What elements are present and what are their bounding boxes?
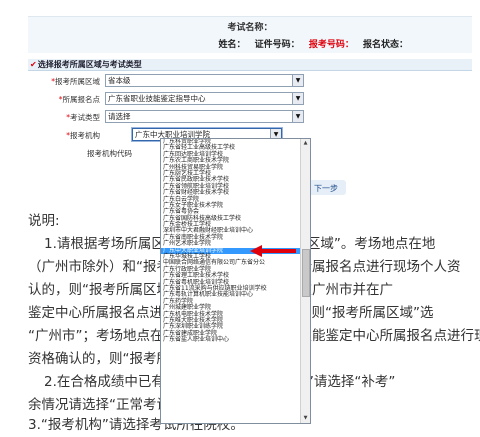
id-label: 证件号码： [254, 40, 300, 50]
check-icon: ✔ [30, 60, 37, 69]
section-title: 选择报考所属区域与考试类型 [37, 60, 142, 69]
region-label: *报考所属区域 [51, 77, 100, 86]
dropdown-option[interactable]: 广东省盐人职业培训中心 [161, 336, 310, 343]
red-arrow-annotation-icon [250, 245, 296, 257]
form-row-type: *考试类型 请选择 ▼ [28, 108, 472, 126]
site-label: *所属报名点 [58, 95, 100, 104]
type-select[interactable]: 请选择 ▼ [105, 110, 304, 123]
org-code-label: 报考机构代码 [87, 149, 132, 158]
scrollbar-thumb[interactable] [302, 249, 310, 297]
dropdown-scrollbar[interactable]: ▲ ▼ [300, 139, 310, 423]
exam-info-header: 考试名称： 姓名： 证件号码： 报考号码： 报名状态： [28, 16, 472, 53]
registration-panel: 考试名称： 姓名： 证件号码： 报考号码： 报名状态： ✔选择报考所属区域与考试… [28, 0, 480, 433]
org-label: *报考机构 [66, 131, 100, 140]
chevron-down-icon[interactable]: ▼ [292, 93, 303, 104]
next-button-label[interactable]: 下一步 [314, 183, 338, 194]
type-label: *考试类型 [66, 113, 100, 122]
candidate-info-line: 姓名： 证件号码： 报考号码： 报名状态： [213, 37, 408, 50]
form-row-site: *所属报名点 广东省职业技能鉴定指导中心 ▼ [28, 90, 472, 108]
name-label: 姓名： [218, 40, 246, 50]
exam-name-label: 考试名称： [227, 23, 273, 33]
region-select[interactable]: 省本级 ▼ [105, 74, 304, 87]
scroll-down-icon[interactable]: ▼ [301, 414, 310, 423]
dropdown-items: 广东科贸职业学院 广东省轻工业高级技工学校 广东回达职业培训学校 广东农工商职业技术学… [161, 139, 310, 344]
exam-number-label: 报考号码： [308, 40, 354, 50]
org-dropdown-list[interactable]: 广东科贸职业学院 广东省轻工业高级技工学校 广东回达职业培训学校 广东农工商职业技术学… [160, 138, 311, 424]
chevron-down-icon[interactable]: ▼ [292, 75, 303, 86]
status-label: 报名状态： [362, 40, 408, 50]
site-select[interactable]: 广东省职业技能鉴定指导中心 ▼ [105, 92, 304, 105]
section-title-bar: ✔选择报考所属区域与考试类型 [28, 59, 472, 71]
chevron-down-icon[interactable]: ▼ [292, 111, 303, 122]
scroll-up-icon[interactable]: ▲ [301, 139, 310, 148]
form-row-region: *报考所属区域 省本级 ▼ [28, 72, 472, 90]
